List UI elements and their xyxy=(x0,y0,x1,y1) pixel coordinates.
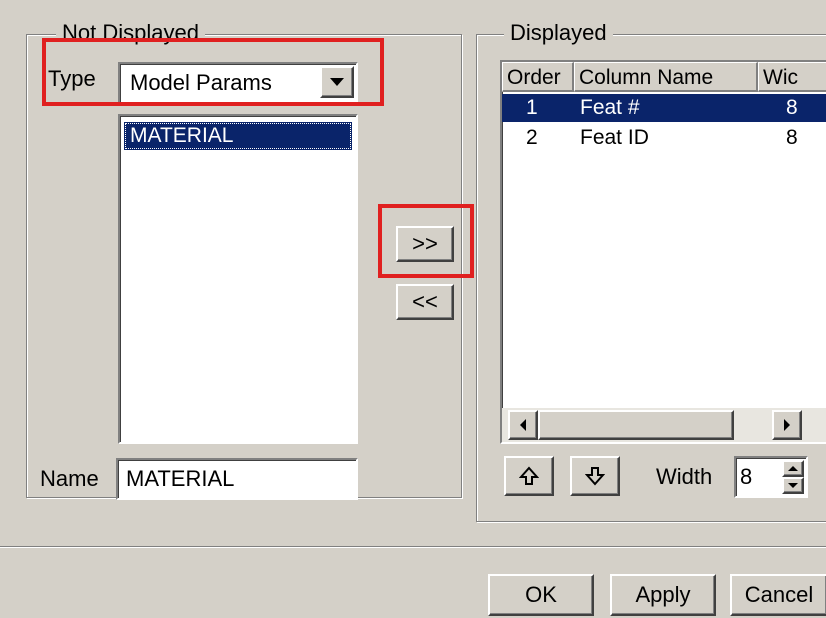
apply-label: Apply xyxy=(635,582,691,607)
spin-up-icon xyxy=(788,466,798,471)
spin-down-button[interactable] xyxy=(782,477,804,494)
move-down-button[interactable] xyxy=(570,456,620,496)
name-field[interactable]: MATERIAL xyxy=(116,458,358,500)
scroll-thumb[interactable] xyxy=(538,410,734,440)
arrow-right-icon xyxy=(784,419,790,431)
cancel-label: Cancel xyxy=(744,582,814,607)
arrow-up-icon xyxy=(519,466,539,485)
apply-button[interactable]: Apply xyxy=(610,574,716,616)
arrow-left-icon xyxy=(520,419,526,431)
scroll-left-button[interactable] xyxy=(508,410,538,440)
width-spinner[interactable] xyxy=(782,460,804,494)
ok-label: OK xyxy=(525,582,557,607)
spin-up-button[interactable] xyxy=(782,460,804,477)
list-item[interactable]: MATERIAL xyxy=(124,122,352,150)
remove-column-button[interactable]: << xyxy=(396,284,454,320)
width-label: Width xyxy=(656,464,713,489)
not-displayed-list[interactable]: MATERIAL xyxy=(118,114,358,444)
remove-column-label: << xyxy=(412,289,438,314)
scroll-right-button[interactable] xyxy=(772,410,802,440)
column-header-width[interactable]: Wic xyxy=(758,62,826,92)
table-row[interactable]: 2 Feat ID 8 xyxy=(502,124,826,152)
column-header-order[interactable]: Order xyxy=(502,62,574,92)
width-field[interactable]: 8 xyxy=(734,456,808,498)
width-field-value: 8 xyxy=(740,464,753,489)
highlight-type-box xyxy=(42,38,384,106)
table-row[interactable]: 1 Feat # 8 xyxy=(502,94,826,122)
move-up-button[interactable] xyxy=(504,456,554,496)
displayed-list[interactable]: Order Column Name Wic 1 Feat # 8 2 Feat … xyxy=(500,60,826,444)
cancel-button[interactable]: Cancel xyxy=(730,574,826,616)
highlight-add-button-box xyxy=(378,204,474,278)
arrow-down-icon xyxy=(585,467,605,486)
ok-button[interactable]: OK xyxy=(488,574,594,616)
name-label: Name xyxy=(40,466,99,491)
dialog-separator xyxy=(0,546,826,548)
name-field-value: MATERIAL xyxy=(126,466,235,491)
horizontal-scrollbar[interactable] xyxy=(502,408,826,442)
displayed-legend: Displayed xyxy=(504,20,613,46)
column-header-column-name[interactable]: Column Name xyxy=(574,62,758,92)
spin-down-icon xyxy=(788,483,798,488)
